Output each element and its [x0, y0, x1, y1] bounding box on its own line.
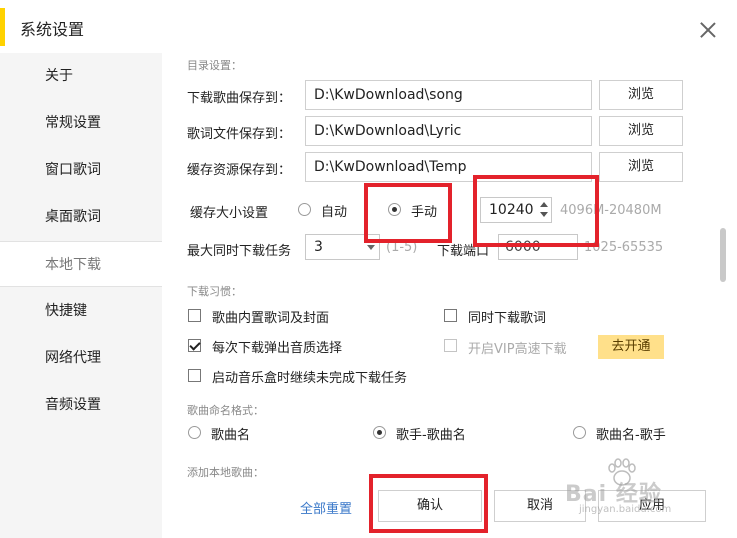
song-path-browse-button[interactable]: 浏览 — [599, 80, 683, 110]
cache-size-label: 缓存大小设置 — [190, 206, 269, 221]
cache-auto-radio[interactable] — [298, 203, 311, 216]
watermark-url: jingyan.baidu.com — [579, 504, 672, 515]
download-lyrics-checkbox[interactable] — [444, 309, 457, 322]
naming-section-label: 歌曲命名格式： — [187, 404, 264, 417]
naming-song-artist-label: 歌曲名-歌手 — [596, 428, 666, 443]
sidebar-item-shortcuts[interactable]: 快捷键 — [0, 288, 162, 334]
cache-path-label: 缓存资源保存到： — [187, 163, 292, 178]
sidebar-item-proxy[interactable]: 网络代理 — [0, 335, 162, 381]
lyric-path-browse-button[interactable]: 浏览 — [599, 116, 683, 146]
annotation-box-manual — [364, 183, 452, 243]
max-tasks-label: 最大同时下载任务 — [187, 244, 292, 259]
close-icon[interactable] — [694, 16, 722, 44]
vip-speed-checkbox[interactable] — [444, 339, 457, 352]
sidebar-item-local-download[interactable]: 本地下载 — [0, 241, 162, 287]
quality-popup-checkbox[interactable] — [188, 339, 201, 352]
habits-section-label: 下载习惯： — [187, 285, 242, 298]
naming-artist-song-label: 歌手-歌曲名 — [396, 428, 466, 443]
sidebar: 关于 常规设置 窗口歌词 桌面歌词 本地下载 快捷键 网络代理 音频设置 — [0, 53, 162, 538]
add-local-section-label: 添加本地歌曲： — [187, 466, 264, 479]
window-title: 系统设置 — [20, 20, 85, 39]
vip-speed-label: 开启VIP高速下载 — [468, 342, 567, 357]
sidebar-item-window-lyrics[interactable]: 窗口歌词 — [0, 147, 162, 193]
naming-song-artist-radio[interactable] — [573, 426, 586, 439]
reset-all-link[interactable]: 全部重置 — [300, 498, 352, 517]
lyric-path-label: 歌词文件保存到： — [187, 127, 292, 142]
max-tasks-value: 3 — [314, 239, 323, 255]
chevron-down-icon — [367, 245, 375, 250]
download-lyrics-label: 同时下载歌词 — [468, 311, 547, 326]
sidebar-item-general[interactable]: 常规设置 — [0, 100, 162, 146]
sidebar-item-about[interactable]: 关于 — [0, 53, 162, 99]
sidebar-item-desktop-lyrics[interactable]: 桌面歌词 — [0, 194, 162, 240]
embed-lyrics-label: 歌曲内置歌词及封面 — [212, 311, 330, 326]
quality-popup-label: 每次下载弹出音质选择 — [212, 341, 343, 356]
cache-path-browse-button[interactable]: 浏览 — [599, 152, 683, 182]
cache-auto-label: 自动 — [321, 205, 348, 220]
naming-artist-song-radio[interactable] — [373, 426, 386, 439]
lyric-path-field[interactable]: D:\KwDownload\Lyric — [305, 116, 592, 146]
baidu-watermark: Bai 经验 jingyan.baidu.com — [565, 460, 733, 520]
resume-tasks-checkbox[interactable] — [188, 369, 201, 382]
title-accent-bar — [0, 8, 5, 46]
title-bar: 系统设置 — [0, 0, 737, 53]
vip-activate-button[interactable]: 去开通 — [598, 335, 664, 359]
embed-lyrics-checkbox[interactable] — [188, 309, 201, 322]
directory-section-label: 目录设置： — [187, 59, 242, 72]
sidebar-item-audio[interactable]: 音频设置 — [0, 382, 162, 428]
song-path-field[interactable]: D:\KwDownload\song — [305, 80, 592, 110]
scrollbar-thumb[interactable] — [720, 228, 726, 282]
resume-tasks-label: 启动音乐盒时继续未完成下载任务 — [212, 371, 408, 386]
annotation-box-confirm — [369, 474, 488, 533]
annotation-box-cache-size — [473, 175, 599, 247]
naming-song-label: 歌曲名 — [211, 428, 251, 443]
song-path-label: 下载歌曲保存到： — [187, 91, 292, 106]
naming-song-radio[interactable] — [188, 426, 201, 439]
